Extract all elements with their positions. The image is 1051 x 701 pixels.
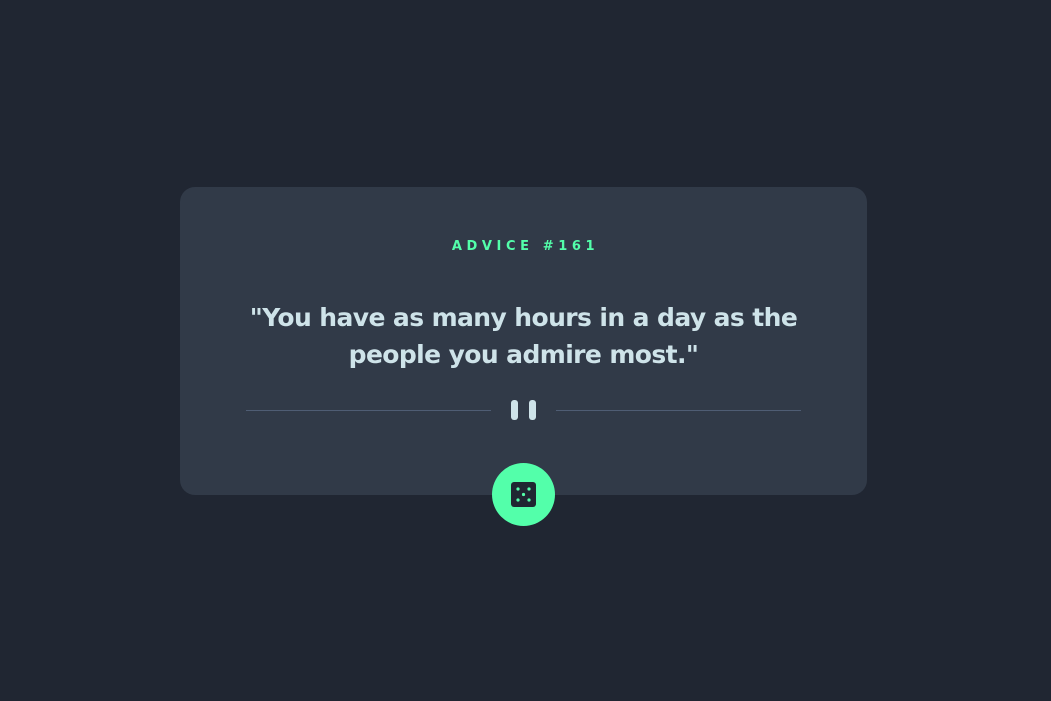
- pause-bar-right: [529, 400, 536, 420]
- new-advice-button[interactable]: [492, 463, 555, 526]
- pause-bar-left: [511, 400, 518, 420]
- divider-line-right: [556, 410, 801, 411]
- pause-icon: [511, 400, 537, 420]
- advice-quote: "You have as many hours in a day as the …: [249, 303, 798, 369]
- advice-id-label: ADVICE #161: [451, 239, 600, 254]
- divider-line-left: [246, 410, 491, 411]
- dice-icon: [511, 482, 536, 507]
